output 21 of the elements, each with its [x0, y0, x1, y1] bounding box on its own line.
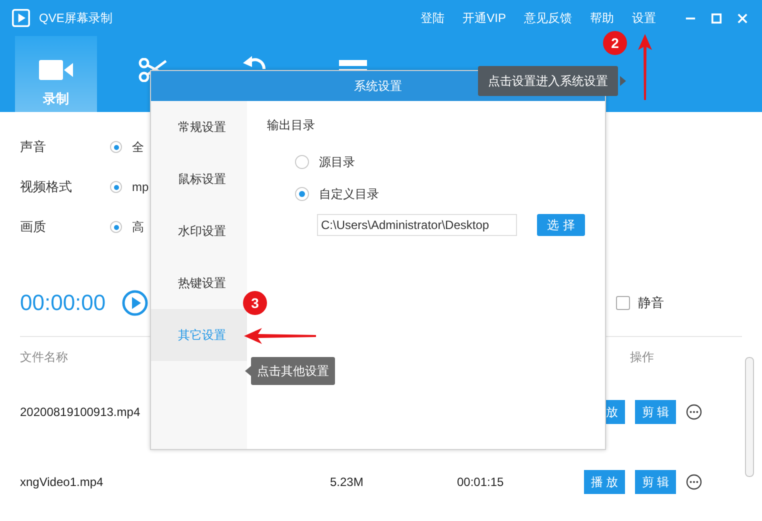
timer-text: 00:00:00 [20, 290, 106, 316]
column-header: 操作 [630, 348, 654, 366]
section-title: 输出目录 [267, 117, 316, 134]
setting-label: 画质 [20, 218, 47, 236]
dialog-title: 系统设置 [354, 78, 402, 94]
window-title: QVE屏幕录制 [39, 10, 112, 26]
file-name-cell-text: xngVideo1.mp4 [20, 475, 104, 489]
option-label: 自定义目录 [319, 186, 379, 202]
option-label: 源目录 [319, 154, 355, 170]
column-header: 文件名称 [20, 348, 69, 366]
mute-label: 静音 [638, 294, 664, 312]
duration-cell: 00:01:15 [457, 475, 504, 489]
tooltip: 点击设置进入系统设置 [478, 66, 618, 96]
option-label: mp [132, 180, 149, 194]
option-label: 全 [132, 138, 144, 156]
setting-label: 视频格式 [20, 178, 73, 196]
setting-label: 声音 [20, 138, 47, 156]
option-label: 高 [132, 218, 144, 236]
tooltip: 点击其他设置 [251, 357, 335, 385]
size-cell: 5.23M [330, 475, 364, 489]
file-name-cell-text: 20200819100913.mp4 [20, 405, 142, 419]
